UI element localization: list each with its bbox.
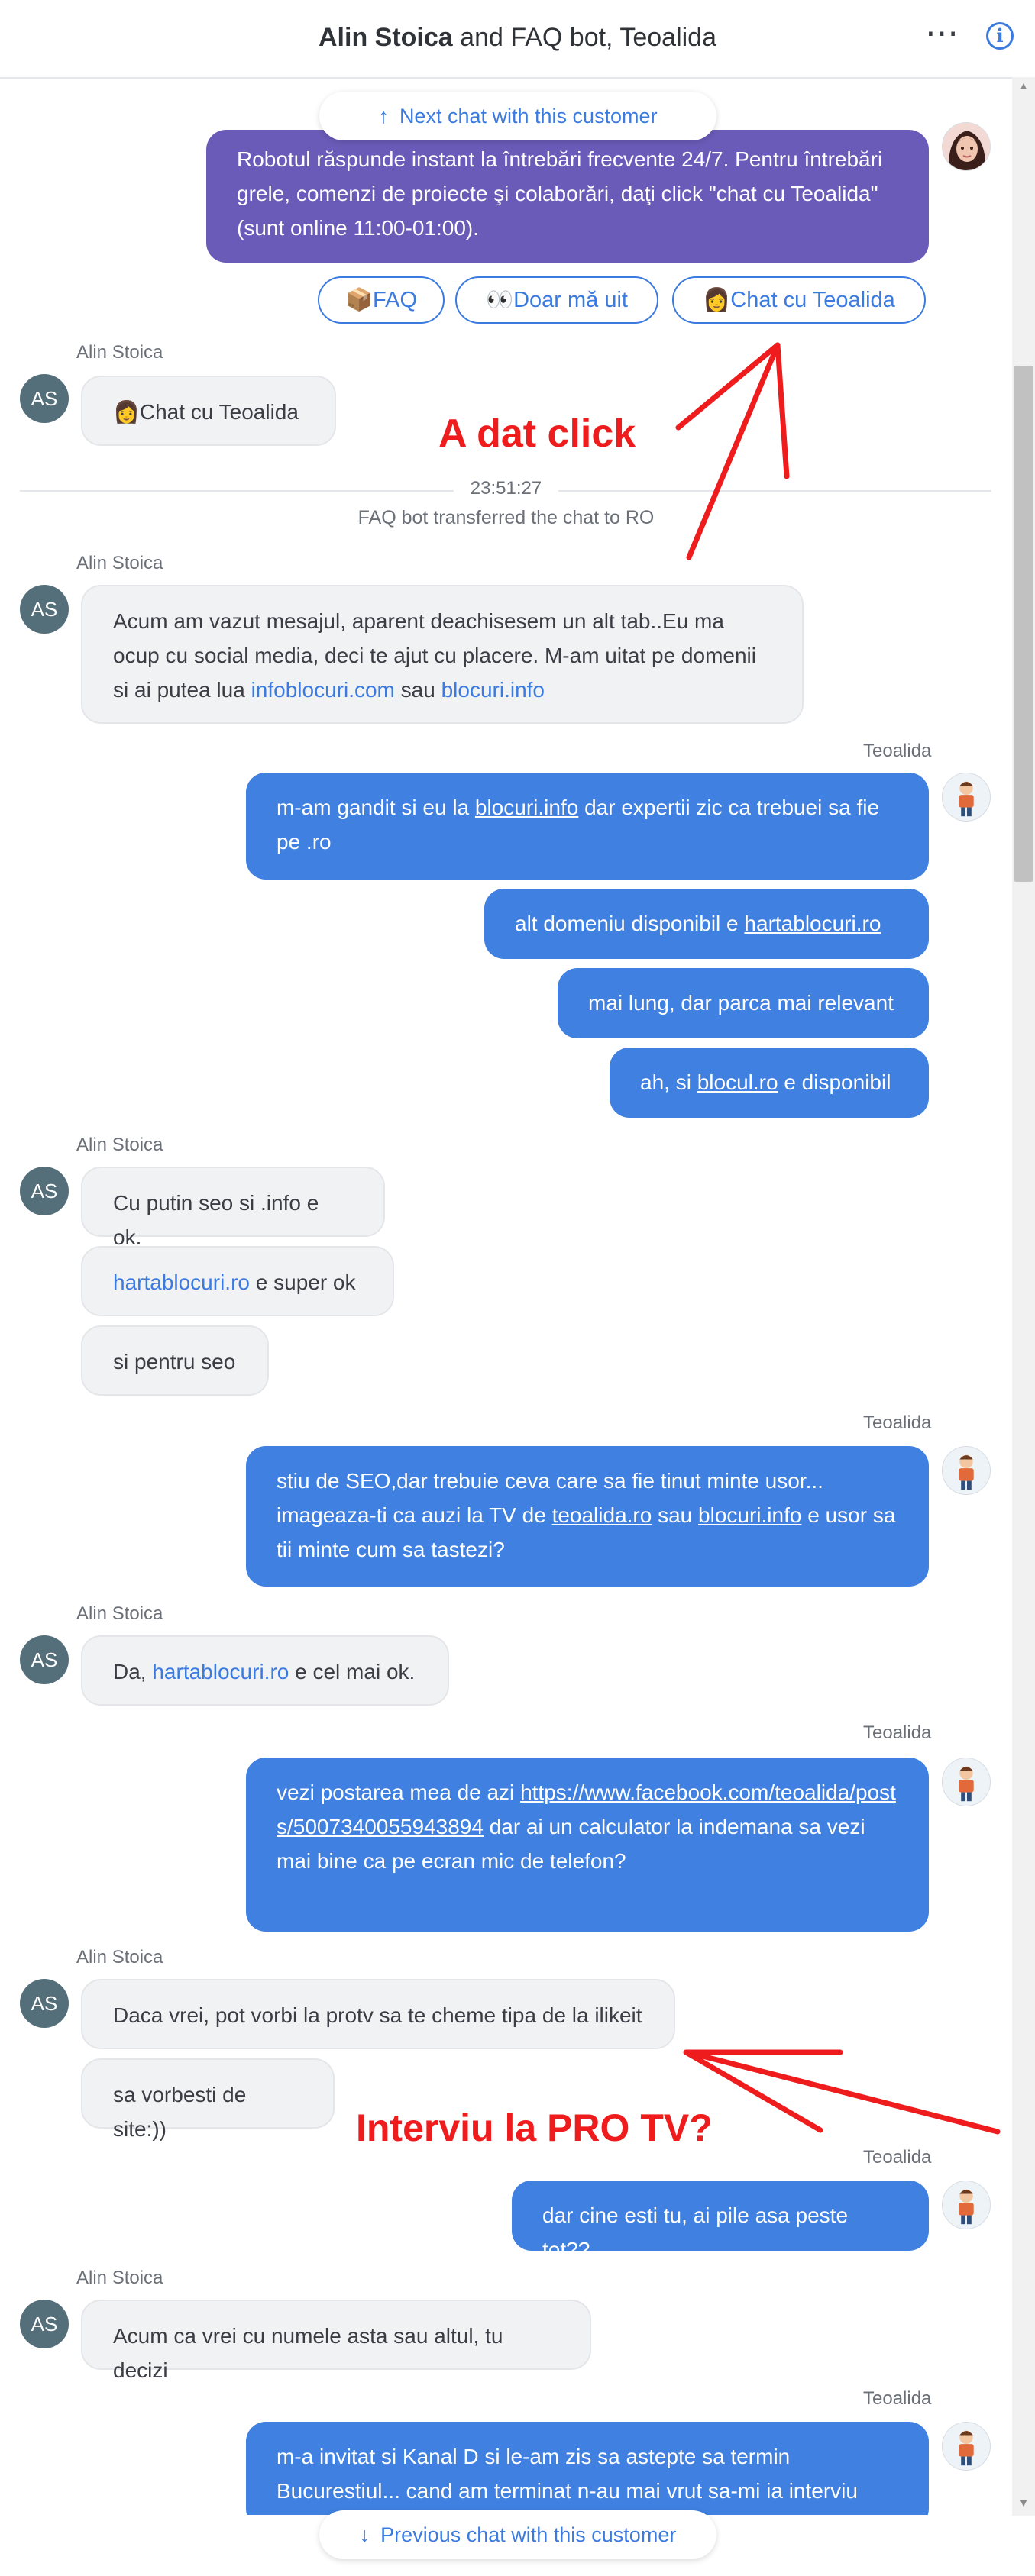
- annotation-arrows: [675, 342, 1001, 2135]
- annotation-arrow-left: [684, 2049, 1001, 2135]
- annotation-arrow-up: [686, 342, 781, 560]
